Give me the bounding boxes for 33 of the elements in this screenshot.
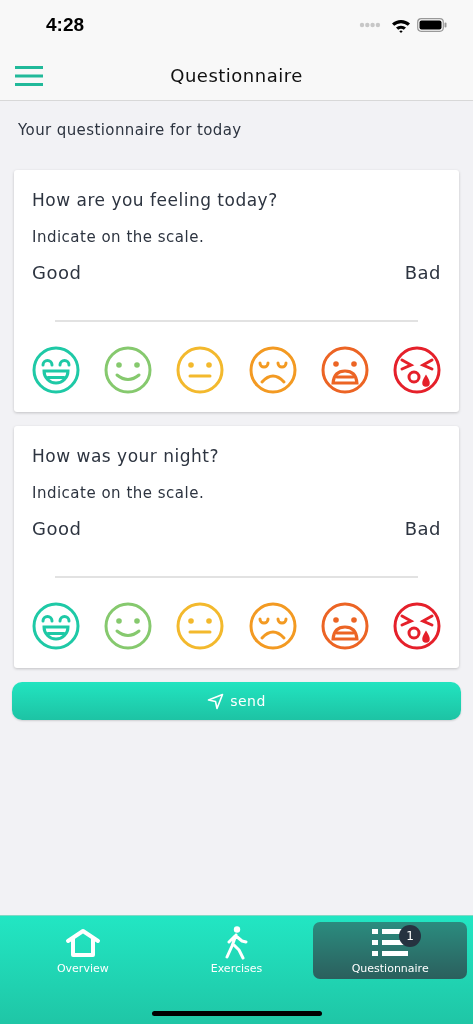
send-icon <box>207 692 225 710</box>
tab[interactable]: Exercises <box>159 922 314 979</box>
face-icon[interactable] <box>104 346 153 394</box>
tab[interactable]: Overview <box>6 922 160 979</box>
status-time: 4:28 <box>46 14 85 36</box>
question-title: How was your night? <box>32 446 220 466</box>
wifi-icon <box>391 17 411 33</box>
scale-label: Good <box>32 262 82 283</box>
scale-label: Bad <box>404 262 441 283</box>
question-hint: Indicate on the scale. <box>32 484 206 502</box>
face-icon[interactable] <box>320 602 369 650</box>
battery-icon <box>417 18 447 32</box>
face-icon[interactable] <box>248 602 297 650</box>
face-icon[interactable] <box>32 602 80 650</box>
walking-person-icon <box>224 925 249 960</box>
face-icon[interactable] <box>248 346 297 394</box>
face-icon[interactable] <box>392 346 441 394</box>
tab[interactable]: 1 Questionnaire <box>313 922 467 979</box>
face-icon[interactable] <box>392 602 441 650</box>
signal-icon <box>359 22 381 28</box>
page-title: Questionnaire <box>170 64 303 86</box>
send-button[interactable]: send <box>12 682 461 720</box>
scale-label: Good <box>32 518 82 539</box>
notification-badge: 1 <box>399 924 422 947</box>
face-icon[interactable] <box>32 346 80 394</box>
question-hint: Indicate on the scale. <box>32 228 206 246</box>
menu-icon[interactable] <box>15 66 43 86</box>
intro-text: Your questionnaire for today <box>18 121 243 139</box>
question-title: How are you feeling today? <box>32 190 279 210</box>
scale-label: Bad <box>404 518 441 539</box>
face-icon[interactable] <box>320 346 369 394</box>
house-icon <box>64 927 101 958</box>
face-icon[interactable] <box>104 602 153 650</box>
